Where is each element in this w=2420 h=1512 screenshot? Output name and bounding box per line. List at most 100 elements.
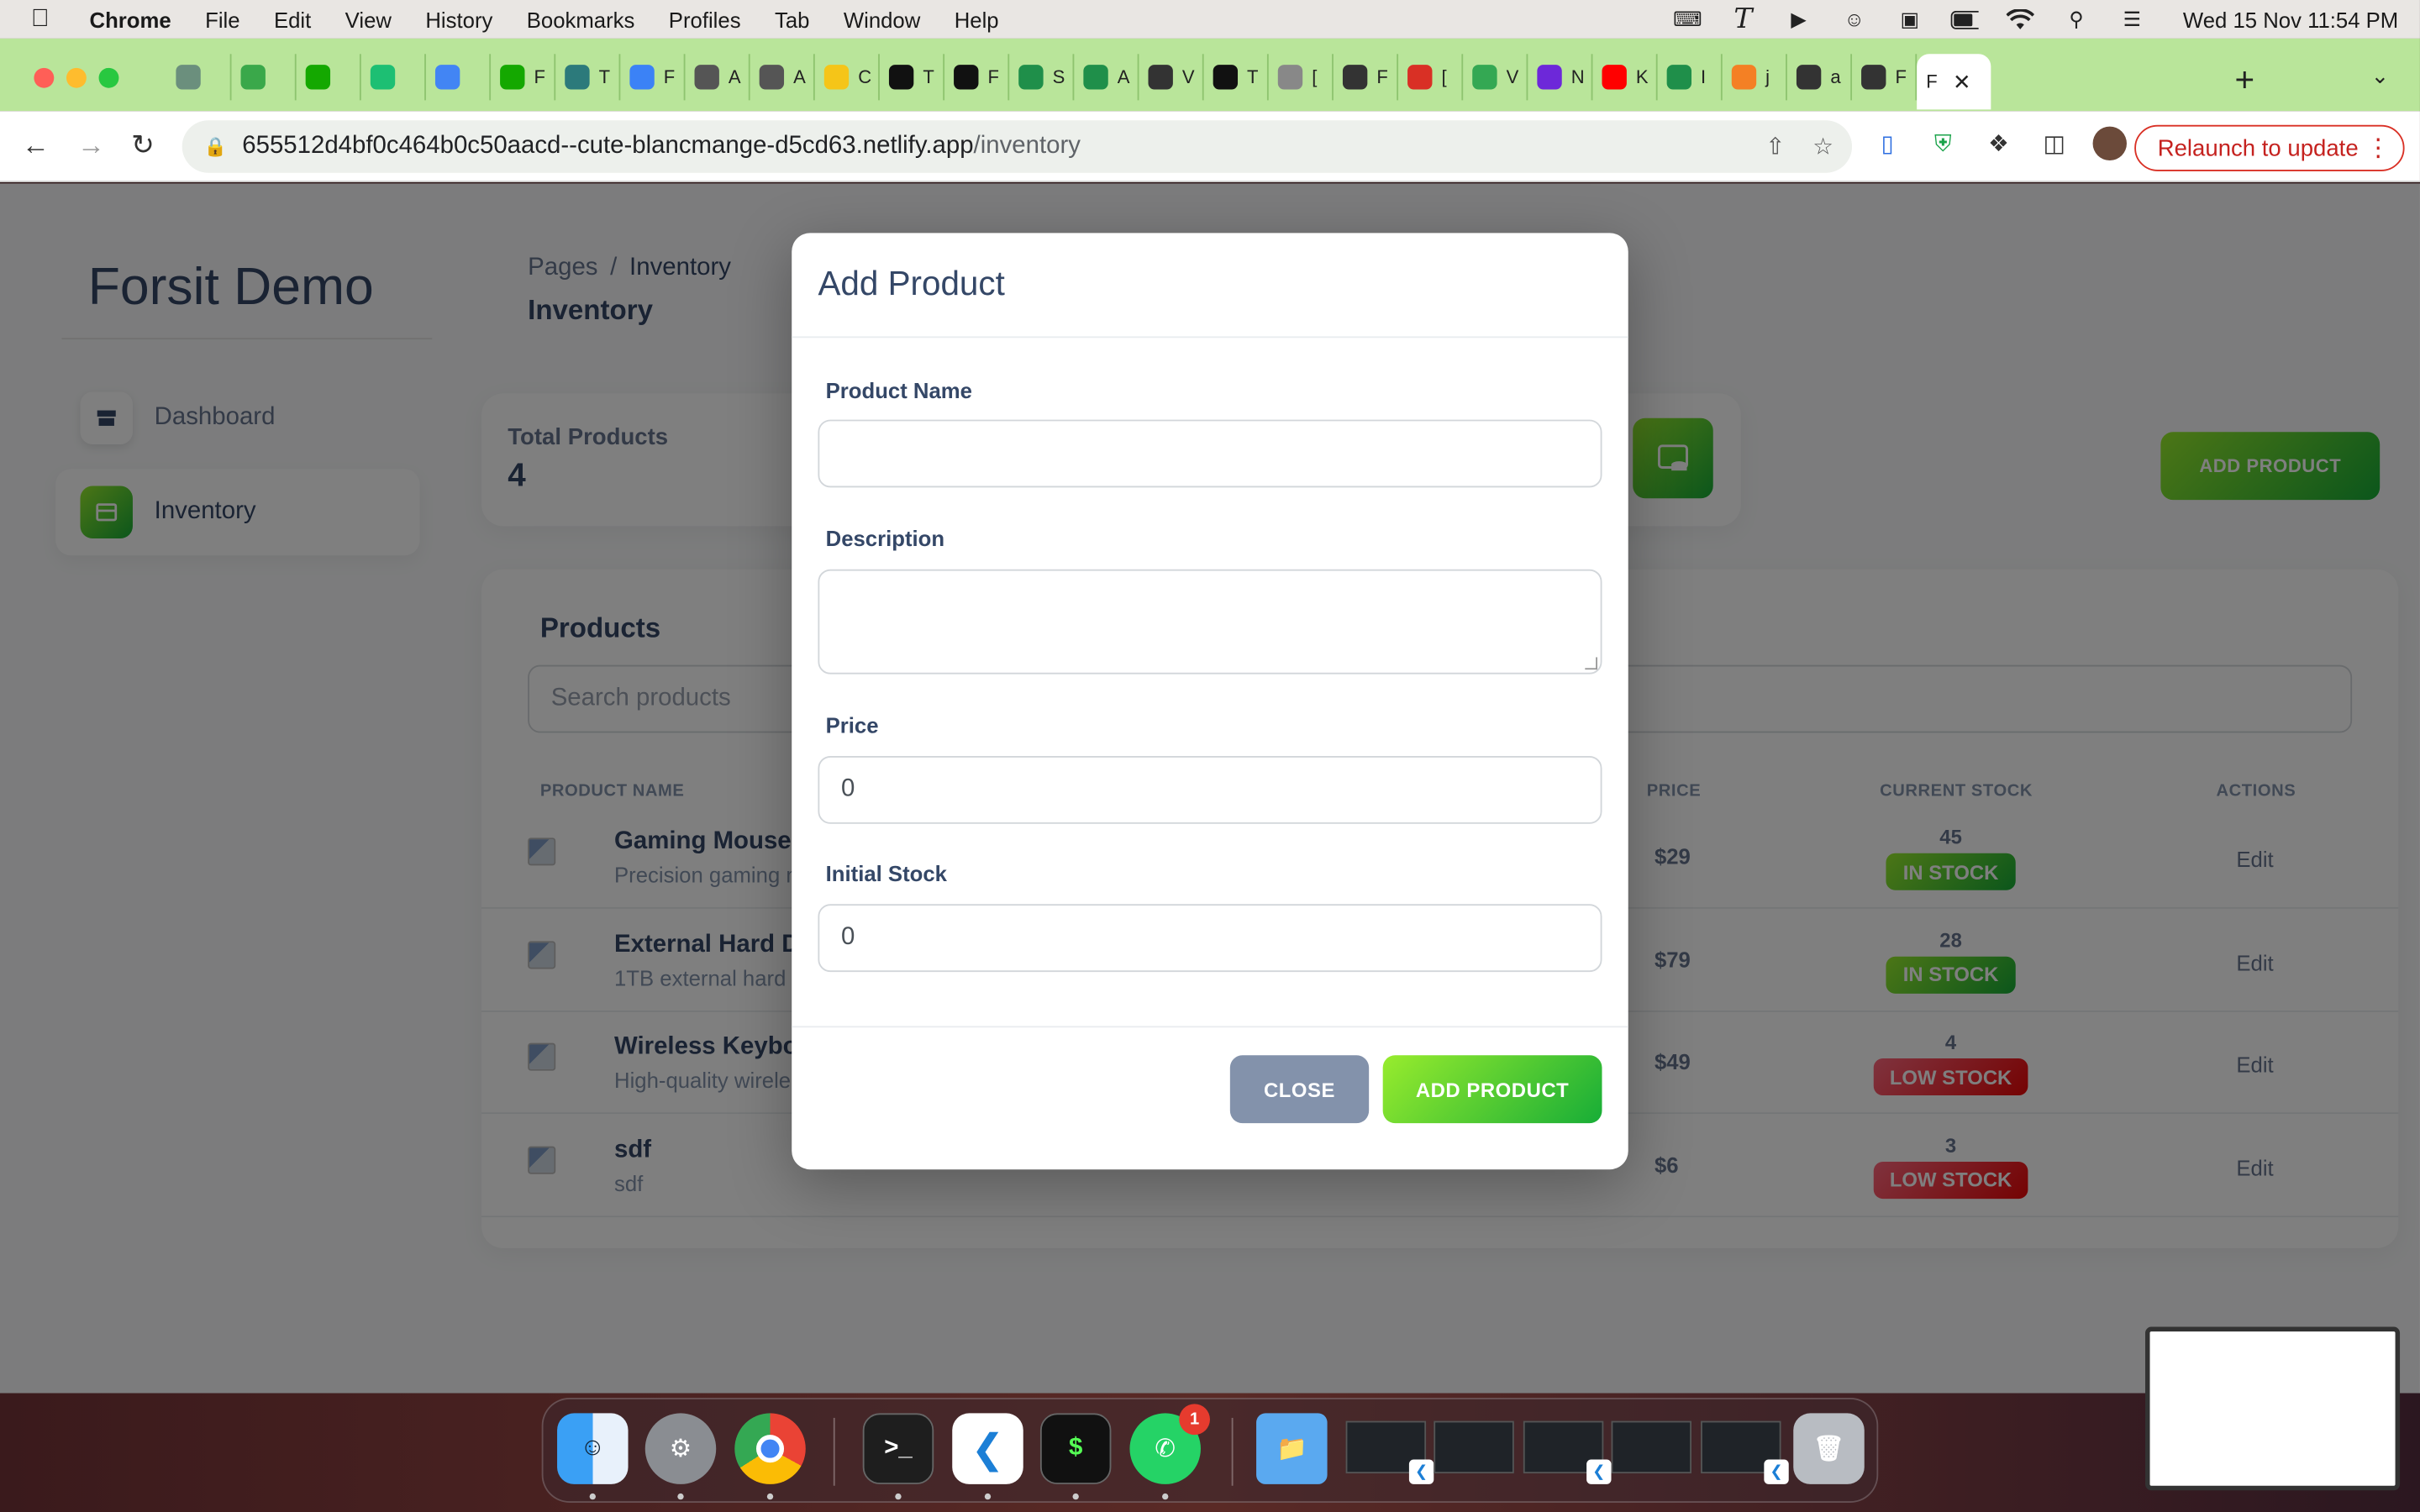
browser-tab[interactable] [166,54,232,101]
browser-tab[interactable]: [ [1398,54,1464,101]
side-panel-icon[interactable]: ◫ [2037,127,2070,160]
browser-tab[interactable]: F [491,54,556,101]
initial-stock-input[interactable]: 0 [818,904,1602,973]
trash-icon[interactable]: 🗑 [1793,1413,1865,1484]
description-textarea[interactable] [818,569,1602,675]
browser-tab[interactable] [361,54,426,101]
browser-tab[interactable]: C [815,54,880,101]
iterm-icon[interactable]: $ [1039,1413,1112,1484]
screenshot-thumbnail-preview[interactable] [2145,1326,2401,1491]
minimized-window-terminal[interactable] [1434,1420,1514,1474]
browser-tab[interactable]: V [1463,54,1528,101]
price-input[interactable]: 0 [818,755,1602,824]
profile-avatar[interactable] [2092,126,2127,161]
control-center-icon[interactable]: ☰ [2118,7,2146,30]
browser-tab[interactable]: F [944,54,1010,101]
extension-shield-icon[interactable]: ⛨ [1926,127,1960,160]
tab-search-chevron-icon[interactable]: ⌄ [2371,63,2390,89]
zoom-window-icon[interactable] [98,67,119,88]
browser-tab[interactable]: K [1592,54,1658,101]
back-arrow-icon[interactable]: ← [22,129,50,162]
menu-profiles[interactable]: Profiles [669,7,741,31]
t-icon [888,65,914,90]
browser-tab[interactable]: A [750,54,815,101]
price-value: 0 [841,775,855,803]
menu-view[interactable]: View [345,7,392,31]
tab-title: F [1376,66,1388,88]
browser-tab[interactable]: T [1204,54,1269,101]
browser-tab[interactable] [232,54,297,101]
address-bar[interactable]: 🔒 655512d4bf0c464b0c50aacd--cute-blancma… [182,120,1853,173]
browser-tab[interactable]: N [1528,54,1593,101]
reload-icon[interactable]: ↻ [131,129,155,162]
bookmark-star-icon[interactable]: ☆ [1812,133,1833,160]
active-browser-tab[interactable]: F ✕ [1917,54,1991,110]
lock-icon[interactable]: 🔒 [203,136,226,158]
minimized-window-terminal[interactable] [1611,1420,1692,1474]
play-circle-icon[interactable]: ▶ [1785,7,1812,30]
browser-tab[interactable]: [ [1269,54,1334,101]
browser-tab[interactable]: V [1139,54,1204,101]
tab-title: N [1570,66,1585,88]
minimized-window-vscode[interactable]: ❮ [1701,1420,1789,1484]
tab-title: F [663,66,676,88]
forward-arrow-icon[interactable]: → [77,129,105,162]
bowtie-icon [1213,65,1239,90]
minimized-window-vscode[interactable]: ❮ [1345,1420,1434,1484]
add-product-modal: Add Product Product Name Description Pri… [792,233,1628,1170]
browser-tab[interactable]: F [620,54,686,101]
typora-icon[interactable]: T [1729,3,1757,36]
browser-tab[interactable]: A [1074,54,1139,101]
spotlight-search-icon[interactable]: ⚲ [2063,7,2091,30]
browser-tab[interactable]: A [685,54,750,101]
building-icon [1148,65,1173,90]
browser-tab[interactable] [426,54,492,101]
product-name-input[interactable] [818,419,1602,488]
menu-help[interactable]: Help [955,7,999,31]
vscode-icon[interactable]: ❮ [952,1413,1023,1484]
new-tab-icon[interactable]: + [2235,60,2255,101]
menu-file[interactable]: File [205,7,239,31]
user-circle-icon[interactable]: ☺ [1840,8,1868,31]
browser-tab[interactable]: a [1787,54,1853,101]
browser-tab[interactable]: I [1658,54,1723,101]
menu-tab[interactable]: Tab [775,7,809,31]
submit-add-product-button[interactable]: ADD PRODUCT [1382,1055,1602,1124]
whatsapp-icon[interactable]: ✆ 1 [1129,1404,1210,1484]
keyboard-icon[interactable]: ⌨ [1673,7,1702,30]
browser-tab[interactable]: S [1009,54,1075,101]
browser-tab[interactable]: F [1852,54,1918,101]
chrome-icon[interactable] [734,1413,806,1484]
screen-share-icon[interactable]: ▣ [1896,7,1923,30]
browser-tab[interactable]: j [1723,54,1787,101]
system-settings-icon[interactable]: ⚙ [644,1413,717,1484]
browser-tab[interactable]: F [1334,54,1399,101]
apple-menu-icon[interactable]:  [31,5,59,33]
extension-phone-icon[interactable]: ▯ [1870,127,1904,160]
relaunch-to-update-button[interactable]: Relaunch to update ⋮ [2134,124,2405,171]
menu-clock[interactable]: Wed 15 Nov 11:54 PM [2183,7,2398,31]
finder-icon[interactable]: ☺ [557,1413,629,1484]
chrome-tab-strip: F T F A A C T F S A V T[F[V N K Ij a F F ✕ + ⌄ [0,38,2420,112]
extensions-puzzle-icon[interactable]: ❖ [1981,127,2015,160]
browser-tab[interactable]: T [555,54,621,101]
browser-tab[interactable]: T [880,54,945,101]
terminal-icon[interactable]: >_ [862,1413,934,1484]
dock-separator [833,1417,835,1486]
folder-icon[interactable]: 📁 [1256,1413,1328,1484]
menu-edit[interactable]: Edit [274,7,311,31]
close-tab-icon[interactable]: ✕ [1953,69,1971,95]
share-icon[interactable]: ⇧ [1765,133,1785,160]
close-window-icon[interactable] [34,67,55,88]
minimized-window-vscode[interactable]: ❮ [1523,1420,1612,1484]
wifi-icon[interactable] [2007,8,2035,30]
close-button[interactable]: CLOSE [1229,1055,1370,1124]
menu-app-name[interactable]: Chrome [90,7,171,31]
resize-handle-icon[interactable] [1585,657,1597,670]
menu-history[interactable]: History [425,7,492,31]
menu-bookmarks[interactable]: Bookmarks [527,7,635,31]
menu-window[interactable]: Window [844,7,920,31]
battery-icon[interactable] [1951,8,1980,30]
browser-tab[interactable] [297,54,361,101]
minimize-window-icon[interactable] [66,67,87,88]
